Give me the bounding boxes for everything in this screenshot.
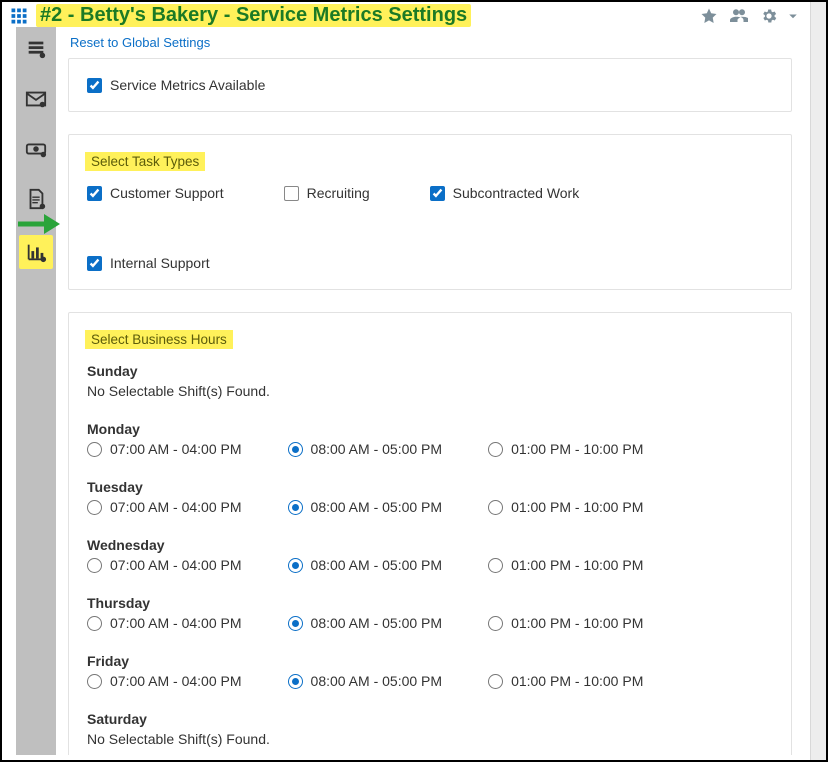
star-icon[interactable] xyxy=(700,7,718,25)
shift-option: 08:00 AM - 05:00 PM xyxy=(288,441,443,457)
day-name: Friday xyxy=(87,653,773,669)
business-hours-heading: Select Business Hours xyxy=(85,330,233,349)
shift-option: 08:00 AM - 05:00 PM xyxy=(288,615,443,631)
day-name: Thursday xyxy=(87,595,773,611)
metrics-available-checkbox[interactable] xyxy=(87,78,102,93)
shift-radio[interactable] xyxy=(488,442,503,457)
day-name: Tuesday xyxy=(87,479,773,495)
task-type-item: Internal Support xyxy=(87,255,210,271)
task-type-item: Customer Support xyxy=(87,185,224,201)
task-type-checkbox[interactable] xyxy=(87,186,102,201)
day-name: Saturday xyxy=(87,711,773,727)
main-content: Reset to Global Settings Service Metrics… xyxy=(56,27,810,755)
task-type-item: Recruiting xyxy=(284,185,370,201)
shift-label: 08:00 AM - 05:00 PM xyxy=(311,673,443,689)
shift-label: 07:00 AM - 04:00 PM xyxy=(110,557,242,573)
shift-option: 07:00 AM - 04:00 PM xyxy=(87,441,242,457)
shift-radio[interactable] xyxy=(288,558,303,573)
no-shift-text: No Selectable Shift(s) Found. xyxy=(87,383,773,399)
task-type-label: Customer Support xyxy=(110,185,224,201)
day-block: Friday 07:00 AM - 04:00 PM 08:00 AM - 05:0… xyxy=(87,653,773,689)
task-type-item: Subcontracted Work xyxy=(430,185,580,201)
shift-label: 01:00 PM - 10:00 PM xyxy=(511,441,643,457)
highlight-arrow-icon xyxy=(16,210,60,238)
shift-radio[interactable] xyxy=(288,674,303,689)
apps-grid-icon[interactable] xyxy=(10,7,28,25)
task-type-checkbox[interactable] xyxy=(284,186,299,201)
shift-label: 08:00 AM - 05:00 PM xyxy=(311,615,443,631)
day-name: Sunday xyxy=(87,363,773,379)
shift-radio[interactable] xyxy=(488,500,503,515)
shift-radio[interactable] xyxy=(87,558,102,573)
shift-option: 07:00 AM - 04:00 PM xyxy=(87,615,242,631)
shift-label: 07:00 AM - 04:00 PM xyxy=(110,499,242,515)
page-header: #2 - Betty's Bakery - Service Metrics Se… xyxy=(2,2,810,27)
shift-radio[interactable] xyxy=(87,674,102,689)
shift-label: 08:00 AM - 05:00 PM xyxy=(311,499,443,515)
shift-radio[interactable] xyxy=(288,616,303,631)
task-type-checkbox[interactable] xyxy=(87,256,102,271)
page-title: #2 - Betty's Bakery - Service Metrics Se… xyxy=(36,4,471,27)
shift-radio[interactable] xyxy=(288,500,303,515)
day-block: Thursday 07:00 AM - 04:00 PM 08:00 AM - 05… xyxy=(87,595,773,631)
day-name: Wednesday xyxy=(87,537,773,553)
shift-label: 07:00 AM - 04:00 PM xyxy=(110,615,242,631)
reset-to-global-link[interactable]: Reset to Global Settings xyxy=(70,35,210,50)
shift-label: 01:00 PM - 10:00 PM xyxy=(511,499,643,515)
mail-settings-icon[interactable] xyxy=(22,85,50,113)
shift-label: 07:00 AM - 04:00 PM xyxy=(110,673,242,689)
shift-label: 01:00 PM - 10:00 PM xyxy=(511,557,643,573)
shift-radio[interactable] xyxy=(488,558,503,573)
day-block: Monday 07:00 AM - 04:00 PM 08:00 AM - 05:0… xyxy=(87,421,773,457)
shift-option: 01:00 PM - 10:00 PM xyxy=(488,441,643,457)
task-types-panel: Select Task Types Customer Support Recrui… xyxy=(68,134,792,290)
shift-radio[interactable] xyxy=(87,500,102,515)
users-icon[interactable] xyxy=(730,7,748,25)
shift-radio[interactable] xyxy=(488,674,503,689)
shift-option: 01:00 PM - 10:00 PM xyxy=(488,615,643,631)
day-block: Wednesday 07:00 AM - 04:00 PM 08:00 AM - 0… xyxy=(87,537,773,573)
shift-label: 07:00 AM - 04:00 PM xyxy=(110,441,242,457)
database-settings-icon[interactable] xyxy=(22,35,50,63)
shift-label: 01:00 PM - 10:00 PM xyxy=(511,673,643,689)
task-type-label: Internal Support xyxy=(110,255,210,271)
document-settings-icon[interactable] xyxy=(22,185,50,213)
shift-radio[interactable] xyxy=(87,442,102,457)
vertical-scrollbar[interactable] xyxy=(810,2,826,760)
shift-radio[interactable] xyxy=(288,442,303,457)
billing-settings-icon[interactable] xyxy=(22,135,50,163)
shift-option: 07:00 AM - 04:00 PM xyxy=(87,673,242,689)
shift-option: 01:00 PM - 10:00 PM xyxy=(488,557,643,573)
shift-option: 07:00 AM - 04:00 PM xyxy=(87,499,242,515)
shift-label: 01:00 PM - 10:00 PM xyxy=(511,615,643,631)
day-block: Saturday No Selectable Shift(s) Found. xyxy=(87,711,773,747)
shift-option: 08:00 AM - 05:00 PM xyxy=(288,499,443,515)
metrics-available-label: Service Metrics Available xyxy=(110,77,265,93)
shift-label: 08:00 AM - 05:00 PM xyxy=(311,441,443,457)
gear-icon[interactable] xyxy=(760,7,778,25)
shift-label: 08:00 AM - 05:00 PM xyxy=(311,557,443,573)
task-types-heading: Select Task Types xyxy=(85,152,205,171)
task-type-checkbox[interactable] xyxy=(430,186,445,201)
business-hours-panel: Select Business Hours Sunday No Selectabl… xyxy=(68,312,792,755)
task-type-label: Subcontracted Work xyxy=(453,185,580,201)
shift-option: 07:00 AM - 04:00 PM xyxy=(87,557,242,573)
shift-option: 01:00 PM - 10:00 PM xyxy=(488,499,643,515)
shift-option: 08:00 AM - 05:00 PM xyxy=(288,557,443,573)
metrics-available-panel: Service Metrics Available xyxy=(68,58,792,112)
shift-radio[interactable] xyxy=(488,616,503,631)
day-block: Tuesday 07:00 AM - 04:00 PM 08:00 AM - 05:… xyxy=(87,479,773,515)
shift-radio[interactable] xyxy=(87,616,102,631)
chevron-down-icon[interactable] xyxy=(784,7,802,25)
task-type-label: Recruiting xyxy=(307,185,370,201)
metrics-available-checkbox-row: Service Metrics Available xyxy=(87,77,773,93)
day-name: Monday xyxy=(87,421,773,437)
left-sidebar xyxy=(16,27,56,755)
metrics-settings-icon[interactable] xyxy=(19,235,53,269)
shift-option: 01:00 PM - 10:00 PM xyxy=(488,673,643,689)
shift-option: 08:00 AM - 05:00 PM xyxy=(288,673,443,689)
no-shift-text: No Selectable Shift(s) Found. xyxy=(87,731,773,747)
day-block: Sunday No Selectable Shift(s) Found. xyxy=(87,363,773,399)
